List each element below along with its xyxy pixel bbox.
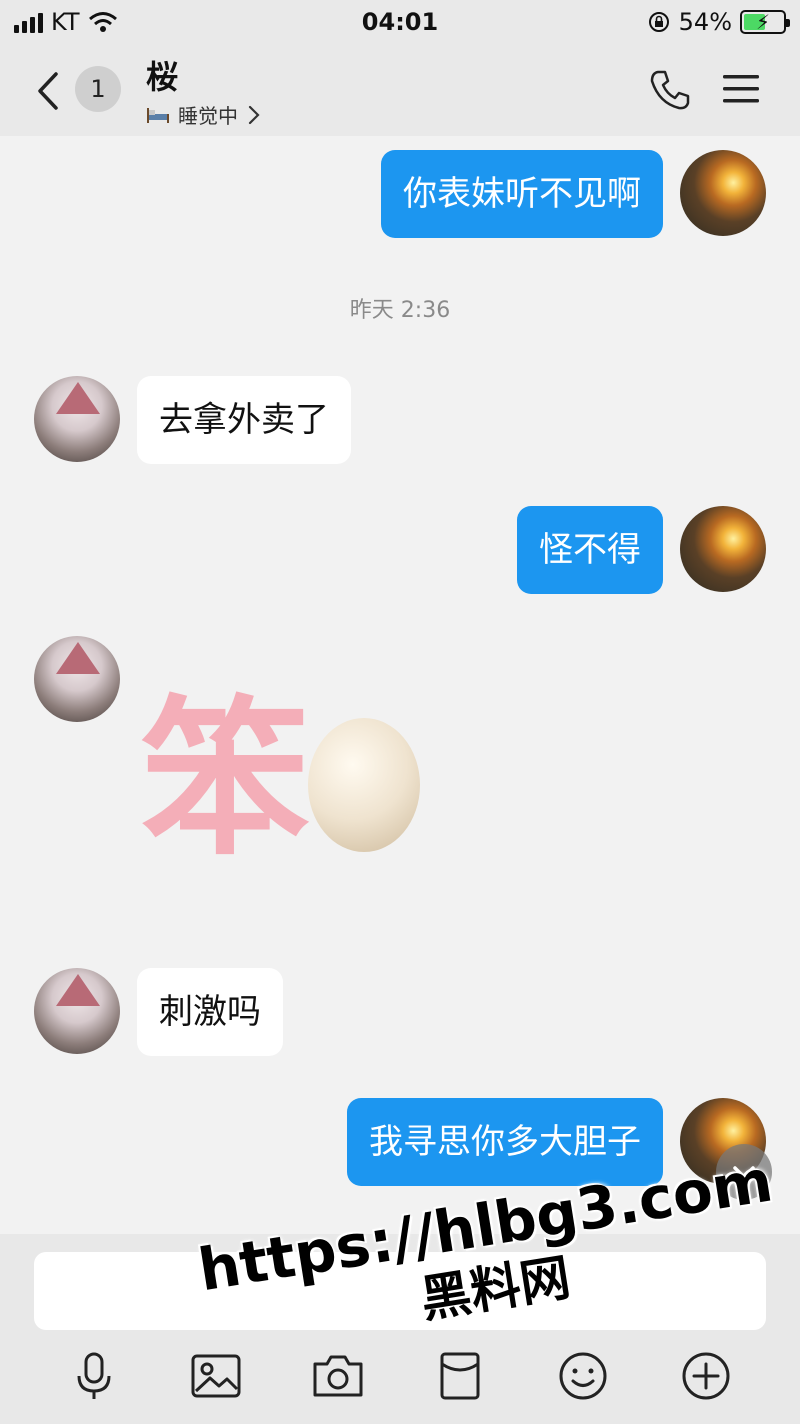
sticker-text: 笨 [140, 681, 311, 879]
message-bubble-outgoing[interactable]: 你表妹听不见啊 [381, 150, 663, 238]
chat-header: 1 桜 睡觉中 [0, 44, 800, 136]
menu-icon[interactable] [722, 72, 760, 106]
sticker-message[interactable]: 笨 [136, 680, 426, 890]
bed-icon [147, 107, 169, 123]
contact-avatar[interactable] [34, 968, 120, 1054]
my-avatar[interactable] [680, 506, 766, 592]
status-right: 54% ⚡ [647, 8, 790, 36]
status-bar: KT 04:01 54% ⚡ [0, 0, 800, 44]
plus-icon[interactable] [678, 1348, 734, 1404]
unread-badge[interactable]: 1 [75, 66, 121, 112]
message-bubble-outgoing[interactable]: 怪不得 [517, 506, 663, 594]
battery-icon: ⚡ [740, 10, 790, 34]
contact-name[interactable]: 桜 [146, 52, 178, 98]
microphone-icon[interactable] [66, 1348, 122, 1404]
my-avatar[interactable] [680, 150, 766, 236]
contact-avatar[interactable] [34, 376, 120, 462]
chevron-right-icon [248, 105, 260, 124]
status-text: 睡觉中 [178, 104, 238, 128]
input-toolbar [0, 1348, 800, 1408]
battery-percent: 54% [678, 8, 732, 36]
phone-icon[interactable] [648, 68, 692, 112]
red-packet-icon[interactable] [432, 1348, 488, 1404]
timestamp: 昨天 2:36 [349, 298, 451, 323]
back-icon[interactable] [30, 66, 70, 116]
egg-sticker-image [308, 718, 420, 852]
lock-rotation-icon [648, 12, 669, 32]
contact-avatar[interactable] [34, 636, 120, 722]
contact-status[interactable]: 睡觉中 [146, 100, 262, 129]
message-bubble-incoming[interactable]: 刺激吗 [137, 968, 283, 1056]
camera-icon[interactable] [310, 1348, 366, 1404]
message-bubble-incoming[interactable]: 去拿外卖了 [137, 376, 351, 464]
emoji-icon[interactable] [555, 1348, 611, 1404]
